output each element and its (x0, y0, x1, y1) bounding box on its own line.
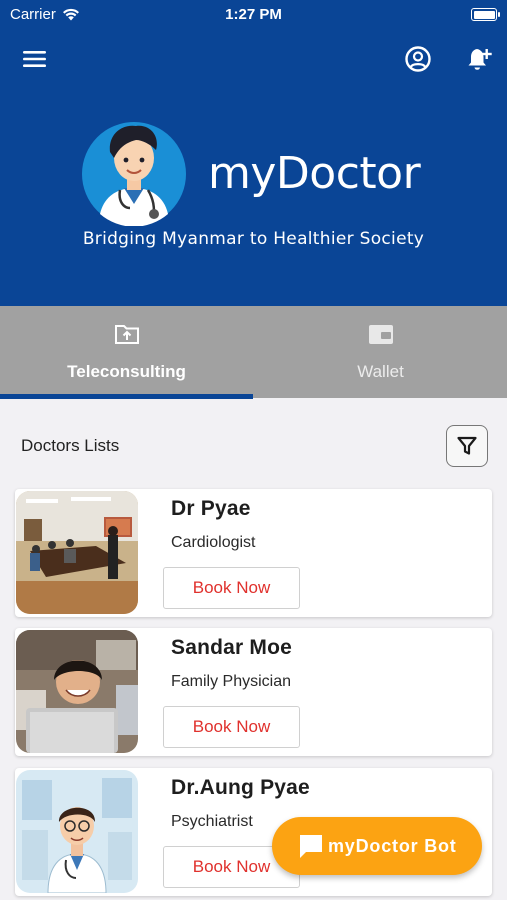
tab-wallet[interactable]: Wallet (254, 306, 507, 398)
bot-button-label: myDoctor Bot (328, 835, 457, 856)
doctor-specialty: Cardiologist (171, 534, 256, 551)
tab-teleconsulting[interactable]: Teleconsulting (0, 306, 253, 398)
active-tab-indicator (0, 394, 253, 399)
brand-tagline: Bridging Myanmar to Healthier Society (82, 229, 425, 249)
bell-plus-icon[interactable] (464, 44, 494, 74)
doctor-photo (16, 630, 138, 753)
brand-title: myDoctor (208, 148, 421, 199)
book-now-button[interactable]: Book Now (163, 706, 300, 748)
app-header: Carrier 1:27 PM myDoctor Bridging Myanma… (0, 0, 507, 306)
doctor-photo (16, 770, 138, 893)
tab-label-wallet: Wallet (357, 362, 404, 381)
doctor-card[interactable]: Sandar Moe Family Physician Book Now (15, 628, 492, 756)
tab-label-teleconsulting: Teleconsulting (67, 362, 186, 381)
doctor-card[interactable]: Dr Pyae Cardiologist Book Now (15, 489, 492, 617)
doctor-name: Dr Pyae (171, 497, 251, 520)
filter-funnel-icon (457, 436, 477, 455)
status-time: 1:27 PM (225, 6, 282, 23)
doctors-list-title: Doctors Lists (21, 436, 120, 455)
mydoctor-bot-button[interactable]: myDoctor Bot (272, 817, 482, 875)
doctor-specialty: Psychiatrist (171, 813, 253, 830)
wallet-icon (368, 325, 393, 344)
tab-bar: Teleconsulting Wallet (0, 306, 507, 398)
doctor-name: Sandar Moe (171, 636, 293, 659)
filter-button[interactable] (446, 425, 488, 467)
doctor-name: Dr.Aung Pyae (171, 776, 310, 799)
folder-upload-icon (114, 325, 139, 344)
doctor-photo (16, 491, 138, 614)
doctor-avatar-logo (82, 122, 186, 226)
status-bar: Carrier 1:27 PM (0, 0, 507, 30)
battery-icon (471, 8, 500, 21)
chat-bubble-icon (300, 835, 322, 858)
book-now-button[interactable]: Book Now (163, 567, 300, 609)
doctor-specialty: Family Physician (171, 673, 292, 690)
user-circle-icon[interactable] (404, 45, 432, 73)
hamburger-menu-icon[interactable] (22, 48, 48, 70)
